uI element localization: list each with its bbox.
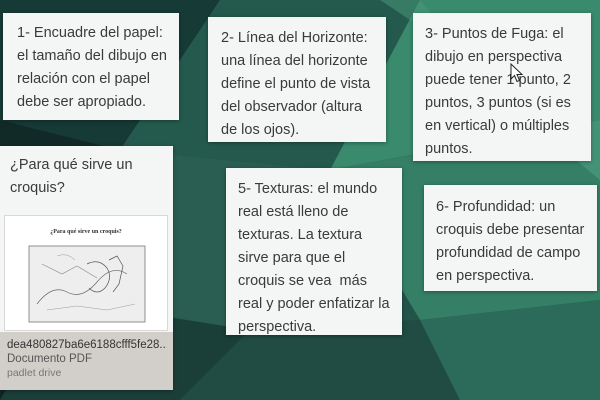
card-text: 5- Texturas: el mundo real está lleno de… — [238, 181, 394, 335]
attachment-info[interactable]: dea480827ba6e6188cfff5fe28... Documento … — [0, 332, 173, 390]
card-text: 1- Encuadre del papel: el tamaño del dib… — [17, 25, 171, 110]
attachment-source: padlet drive — [7, 367, 62, 379]
card-puntos-de-fuga[interactable]: 3- Puntos de Fuga: el dibujo en perspect… — [413, 13, 591, 161]
card-text: 6- Profundidad: un croquis debe presenta… — [436, 199, 589, 284]
card-encuadre-del-papel[interactable]: 1- Encuadre del papel: el tamaño del dib… — [3, 13, 179, 120]
card-text: 3- Puntos de Fuga: el dibujo en perspect… — [425, 26, 575, 157]
card-title: ¿Para qué sirve un croquis? — [10, 157, 137, 196]
card-para-que-sirve-un-croquis[interactable]: ¿Para qué sirve un croquis? ¿Para qué si… — [0, 146, 173, 390]
card-linea-del-horizonte[interactable]: 2- Línea del Horizonte: una línea del ho… — [208, 17, 386, 142]
pdf-preview-thumbnail[interactable]: ¿Para qué sirve un croquis? — [4, 215, 168, 331]
attachment-filename: dea480827ba6e6188cfff5fe28... — [7, 339, 167, 351]
attachment-filetype: Documento PDF — [7, 353, 93, 365]
card-profundidad[interactable]: 6- Profundidad: un croquis debe presenta… — [424, 185, 597, 291]
sketch-image — [28, 245, 146, 323]
mouse-pointer-icon — [510, 63, 524, 83]
card-text: 2- Línea del Horizonte: una línea del ho… — [221, 30, 375, 138]
pdf-preview-heading: ¿Para qué sirve un croquis? — [50, 229, 122, 235]
card-texturas[interactable]: 5- Texturas: el mundo real está lleno de… — [226, 168, 402, 335]
